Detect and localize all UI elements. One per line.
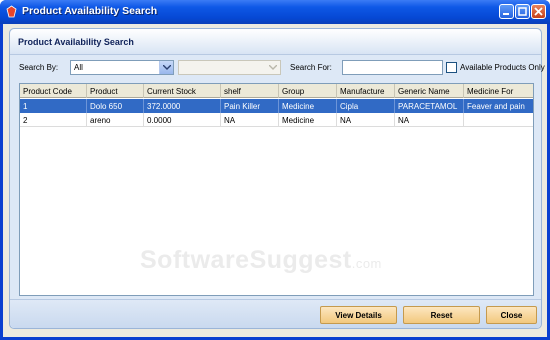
column-header[interactable]: shelf — [221, 84, 279, 98]
maximize-button[interactable] — [515, 4, 530, 19]
search-by-label: Search By: — [19, 63, 59, 72]
app-icon — [6, 5, 17, 18]
minimize-icon — [503, 13, 509, 15]
window-client-area: Product Availability Search Search By: A… — [3, 24, 547, 337]
table-header: Product Code Product Current Stock shelf… — [20, 84, 533, 98]
app-window: Product Availability Search Product Avai… — [0, 0, 550, 340]
column-header[interactable]: Medicine For — [464, 84, 533, 98]
available-only-checkbox[interactable] — [446, 62, 457, 73]
table-cell: Medicine — [279, 99, 337, 113]
title-bar[interactable]: Product Availability Search — [0, 0, 550, 24]
table-cell: NA — [395, 113, 464, 127]
panel-header: Product Availability Search — [10, 29, 541, 55]
column-header[interactable]: Product Code — [20, 84, 87, 98]
table-cell: Medicine — [279, 113, 337, 127]
watermark: SoftwareSuggest.com — [140, 246, 382, 275]
table-cell: NA — [337, 113, 395, 127]
table-cell: Feaver and pain — [467, 102, 525, 111]
table-cell: Dolo 650 — [87, 99, 144, 113]
search-field-dropdown — [178, 60, 281, 75]
table-cell: 0.0000 — [144, 113, 221, 127]
search-for-input[interactable] — [342, 60, 443, 75]
panel-title: Product Availability Search — [18, 37, 134, 47]
search-panel: Product Availability Search Search By: A… — [9, 28, 545, 329]
search-by-dropdown[interactable]: All — [70, 60, 174, 75]
column-header[interactable]: Generic Name — [395, 84, 464, 98]
table-cell: NA — [221, 113, 279, 127]
table-cell: PARACETAMOL — [395, 99, 464, 113]
window-title: Product Availability Search — [22, 5, 158, 17]
table-cell: 2 — [20, 113, 87, 127]
button-bar: View Details Reset Close — [10, 299, 541, 328]
table-cell: 372.0000 — [144, 99, 221, 113]
search-by-value: All — [74, 63, 83, 72]
reset-button[interactable]: Reset — [403, 306, 480, 324]
table-cell: 1 — [20, 99, 87, 113]
close-icon — [534, 7, 543, 16]
chevron-down-icon[interactable] — [159, 61, 173, 74]
column-header[interactable]: Manufacture — [337, 84, 395, 98]
table-row[interactable]: 2 areno 0.0000 NA Medicine NA NA — [20, 113, 533, 127]
available-only-label: Available Products Only — [460, 63, 545, 72]
search-for-label: Search For: — [290, 63, 332, 72]
chevron-down-icon — [266, 61, 280, 74]
column-header[interactable]: Product — [87, 84, 144, 98]
table-cell: areno — [87, 113, 144, 127]
column-header[interactable]: Group — [279, 84, 337, 98]
minimize-button[interactable] — [499, 4, 514, 19]
table-row[interactable]: 1 Dolo 650 372.0000 Pain Killer Medicine… — [20, 99, 533, 113]
close-window-button[interactable] — [531, 4, 546, 19]
watermark-text: SoftwareSuggest — [140, 246, 352, 274]
maximize-icon — [518, 7, 527, 16]
close-button[interactable]: Close — [486, 306, 537, 324]
table-cell — [464, 113, 533, 127]
watermark-suffix: .com — [351, 256, 382, 271]
table-cell: Pain Killer — [221, 99, 279, 113]
table-cell: Cipla — [337, 99, 395, 113]
column-header[interactable]: Current Stock — [144, 84, 221, 98]
view-details-button[interactable]: View Details — [320, 306, 397, 324]
